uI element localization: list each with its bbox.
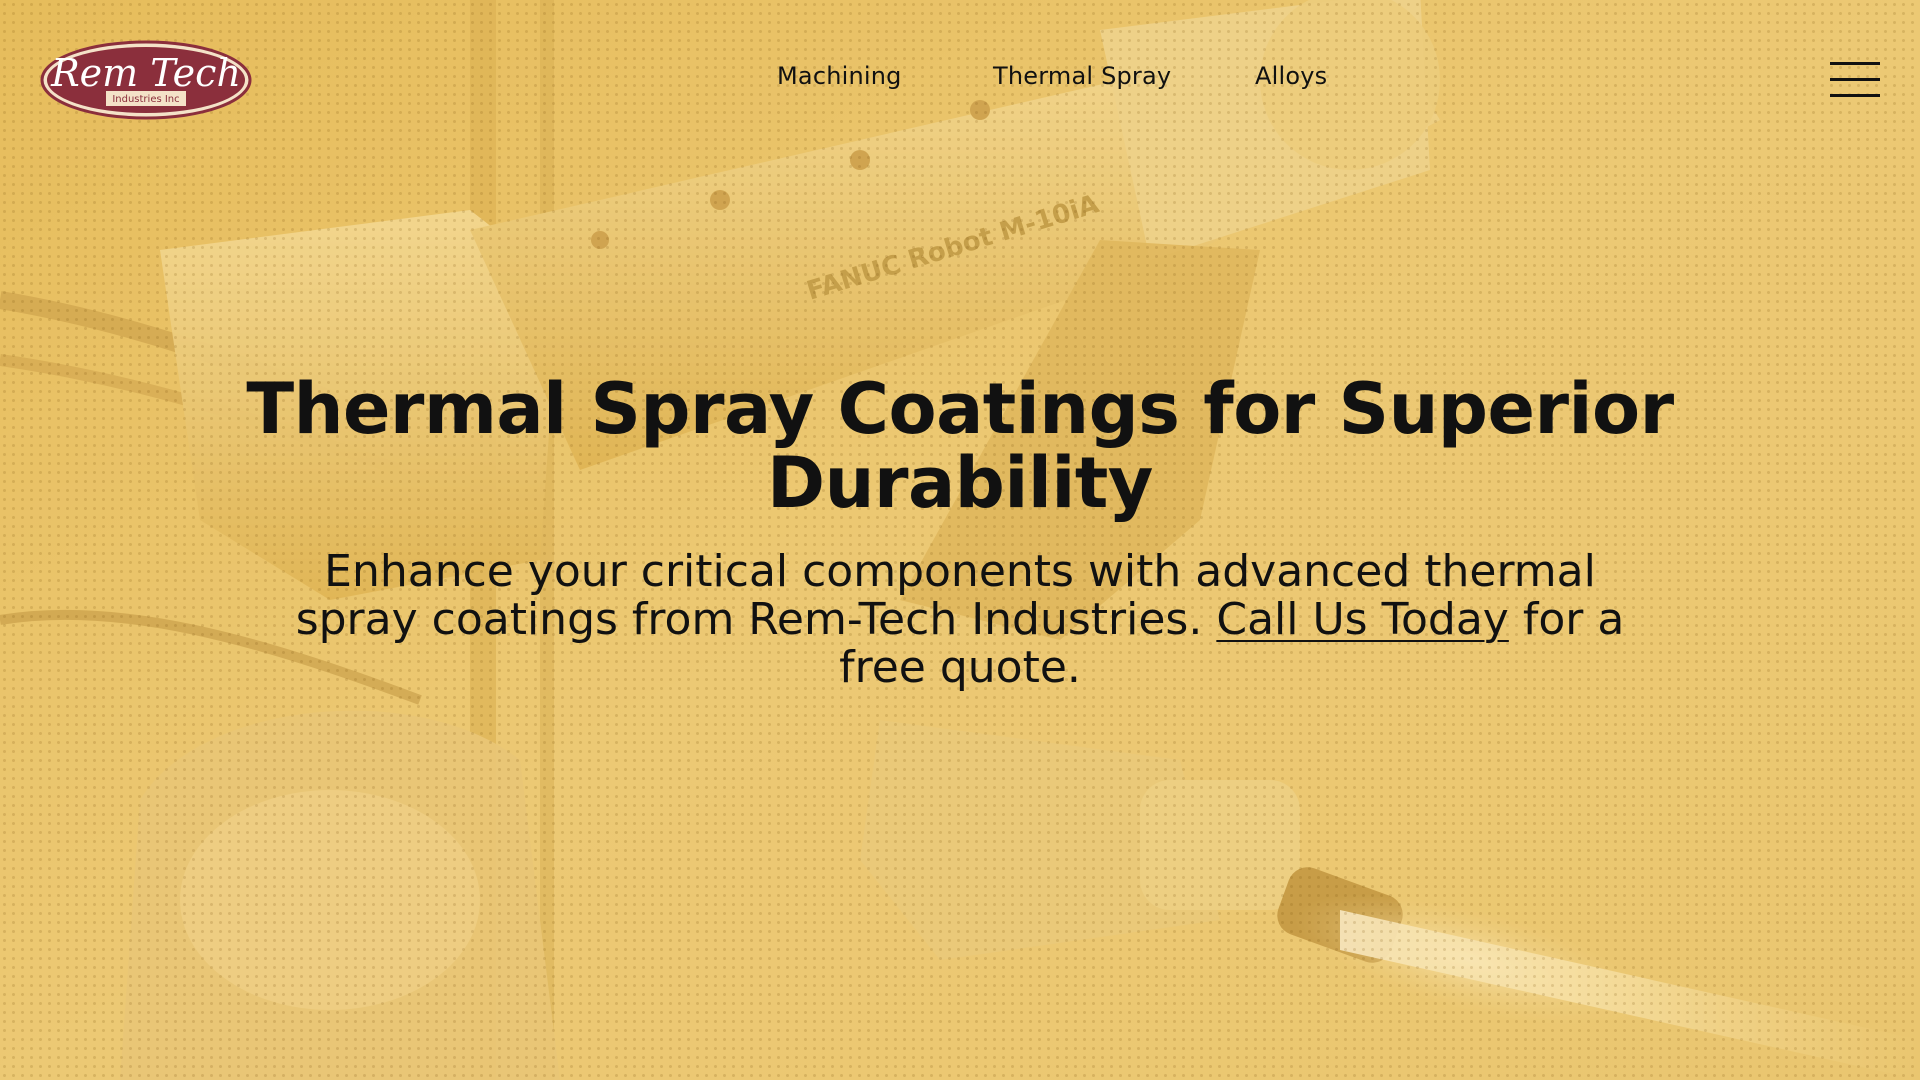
hero-headline: Thermal Spray Coatings for Superior Dura… <box>246 368 1674 524</box>
hamburger-menu-icon[interactable] <box>1830 60 1880 100</box>
call-us-today-link[interactable]: Call Us Today <box>1216 594 1509 645</box>
nav-link-machining[interactable]: Machining <box>777 62 902 90</box>
menu-line <box>1830 94 1880 97</box>
nav-link-alloys[interactable]: Alloys <box>1255 62 1327 90</box>
hero-background-photo: FANUC Robot M-10iA <box>0 0 1920 1080</box>
menu-line <box>1830 62 1880 65</box>
main-nav: Machining Thermal Spray Alloys <box>0 62 1920 96</box>
menu-line <box>1830 78 1880 81</box>
hero-subheadline: Enhance your critical components with ad… <box>280 548 1640 692</box>
nav-link-thermal-spray[interactable]: Thermal Spray <box>993 62 1171 90</box>
hero-section: FANUC Robot M-10iA Rem Tech Industries I… <box>0 0 1920 1080</box>
